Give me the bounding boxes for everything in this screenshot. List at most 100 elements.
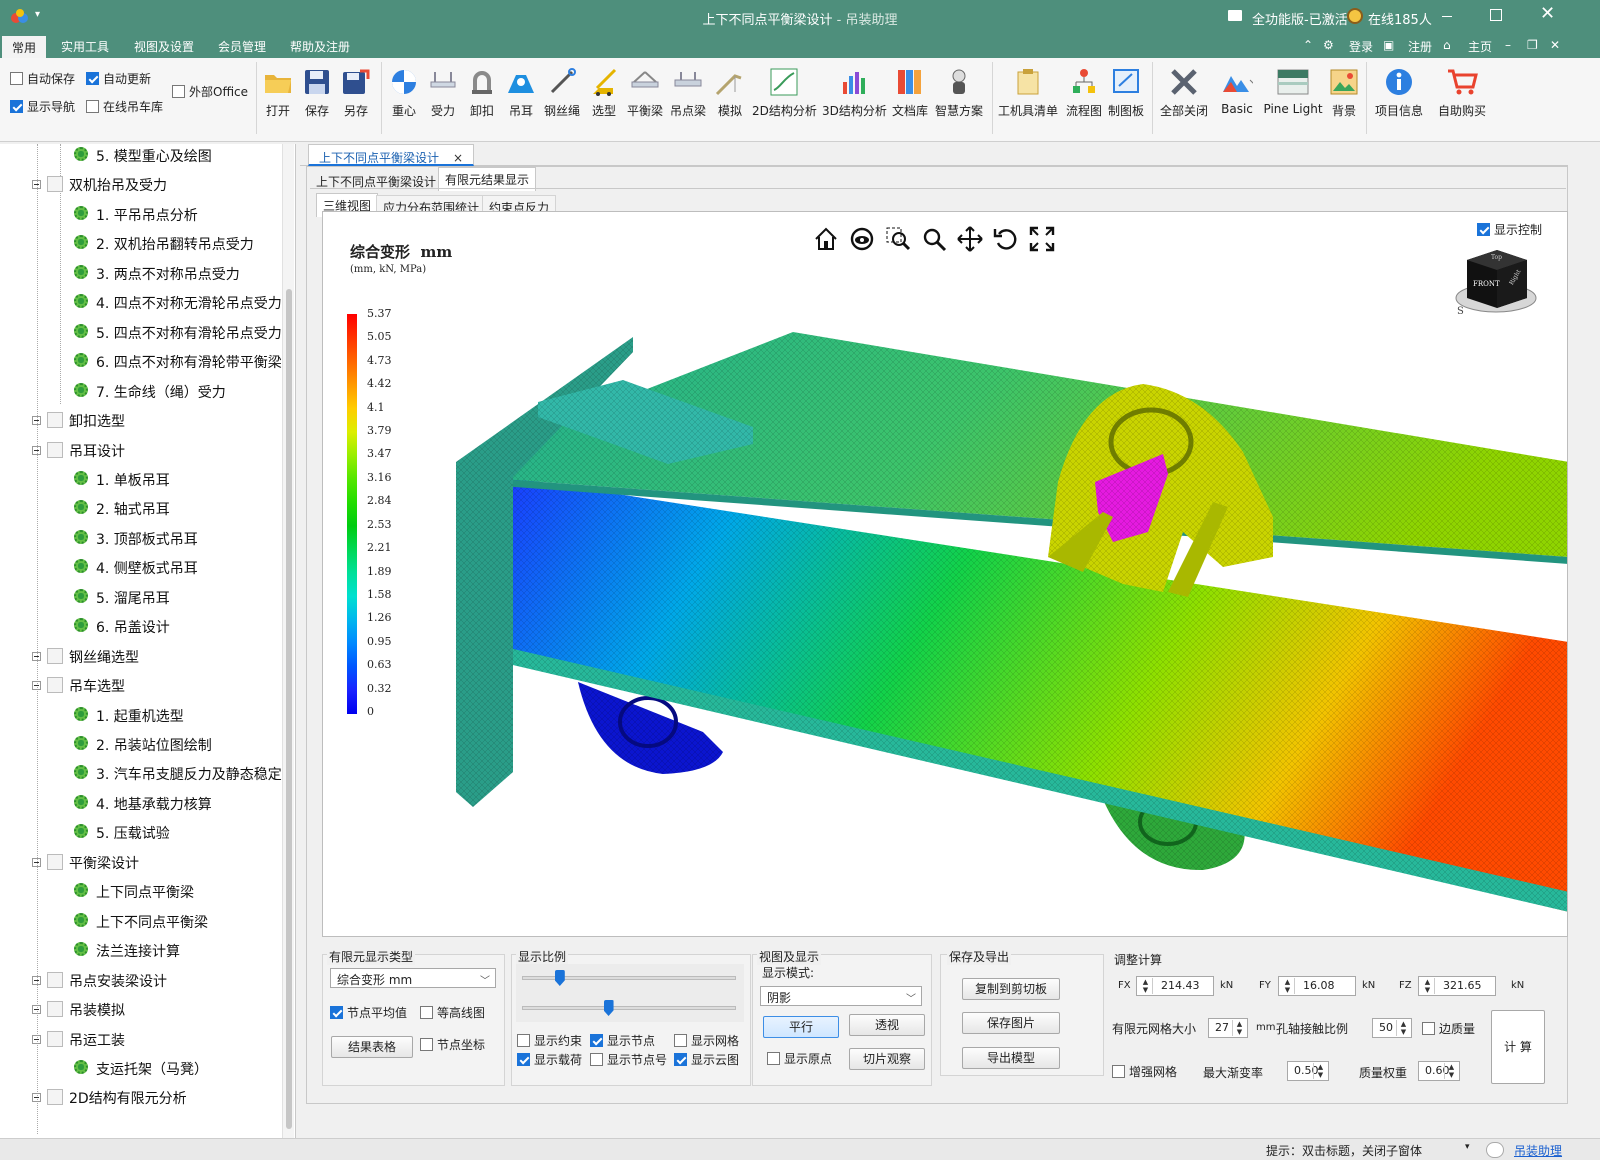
smart-plan-button[interactable]: 智慧方案 (935, 66, 983, 119)
background-button[interactable]: 背景 (1322, 66, 1366, 119)
external-office-checkbox[interactable]: 外部Office (172, 83, 248, 100)
tree-leaf-node[interactable]: 上下同点平衡梁 (74, 882, 194, 902)
mdi-close-button[interactable]: ✕ (1550, 38, 1560, 52)
show-node-number-checkbox[interactable]: 显示节点号 (590, 1051, 667, 1068)
edge-mass-box[interactable] (1422, 1022, 1435, 1035)
tree-leaf-node[interactable]: 5. 溜尾吊耳 (74, 588, 170, 608)
tree-expander-icon[interactable] (32, 445, 41, 455)
view-cube-top[interactable]: Top (1491, 254, 1502, 261)
crane-lib-checkbox[interactable]: 在线吊车库 (86, 98, 163, 115)
project-info-button[interactable]: 项目信息 (1375, 66, 1423, 119)
tree-group-node[interactable]: 吊运工装 (32, 1030, 125, 1050)
show-cloud-checkbox[interactable]: 显示云图 (674, 1051, 739, 1068)
contact-ratio-spinner[interactable]: ▲ ▼ (1396, 1020, 1410, 1036)
autosave-checkbox[interactable]: 自动保存 (10, 70, 75, 87)
fe-type-select[interactable]: 综合变形 mm ﹀ (330, 968, 496, 988)
subtab-design[interactable]: 上下不同点平衡梁设计 (310, 170, 442, 193)
online-users[interactable]: 在线185人 (1368, 9, 1432, 28)
menu-tab-membership[interactable]: 会员管理 (218, 38, 266, 55)
tree-leaf-node[interactable]: 1. 单板吊耳 (74, 470, 170, 490)
tree-group-node[interactable]: 卸扣选型 (32, 411, 125, 431)
tree-scrollbar[interactable] (282, 144, 294, 1138)
tree-leaf-node[interactable]: 2. 轴式吊耳 (74, 499, 170, 519)
restore-button[interactable] (1490, 9, 1502, 21)
mass-weight-spinner[interactable]: ▲ ▼ (1444, 1063, 1458, 1079)
menu-tab-home[interactable]: 常用 (2, 36, 47, 58)
menu-tab-tools[interactable]: 实用工具 (61, 38, 109, 55)
external-office-box[interactable] (172, 85, 185, 98)
edge-mass-checkbox[interactable]: 边质量 (1422, 1020, 1475, 1037)
tree-leaf-node[interactable]: 5. 压载试验 (74, 823, 170, 843)
tree-group-node[interactable]: 钢丝绳选型 (32, 647, 139, 667)
scale-slider-1[interactable] (522, 970, 736, 986)
document-tab[interactable]: 上下不同点平衡梁设计 × (308, 144, 475, 166)
export-model-button[interactable]: 导出模型 (962, 1047, 1060, 1069)
mdi-restore-button[interactable]: ❐ (1527, 38, 1538, 52)
fz-spinner[interactable]: ▲ ▼ (1421, 978, 1435, 994)
tree-leaf-node[interactable]: 2. 吊装站位图绘制 (74, 735, 212, 755)
tree-leaf-node[interactable]: 1. 起重机选型 (74, 706, 184, 726)
slice-view-button[interactable]: 切片观察 (849, 1048, 925, 1070)
zoom-icon[interactable] (921, 226, 947, 252)
node-average-box[interactable] (330, 1006, 343, 1019)
contour-checkbox[interactable]: 等高线图 (420, 1004, 485, 1021)
max-gradient-spinner[interactable]: ▲ ▼ (1313, 1063, 1327, 1079)
show-cloud-box[interactable] (674, 1053, 687, 1066)
tree-leaf-node[interactable]: 4. 地基承载力核算 (74, 794, 212, 814)
login-link[interactable]: 登录 (1349, 38, 1373, 55)
toggle-switch[interactable] (1486, 1142, 1504, 1158)
parallel-button[interactable]: 平行 (763, 1016, 839, 1038)
max-gradient-input[interactable]: 0.50 ▲ ▼ (1287, 1061, 1329, 1081)
tree-leaf-node[interactable]: 4. 四点不对称无滑轮吊点受力 (74, 293, 282, 313)
fx-spinner[interactable]: ▲ ▼ (1139, 978, 1153, 994)
tree-group-node[interactable]: 吊耳设计 (32, 441, 125, 461)
tree-expander-icon[interactable] (32, 975, 41, 985)
fy-input[interactable]: ▲ ▼ 16.08 (1278, 976, 1356, 996)
drawing-board-button[interactable]: 制图板 (1104, 66, 1148, 119)
mesh-size-input[interactable]: 27 ▲ ▼ (1208, 1018, 1248, 1038)
fe-model-render[interactable] (323, 212, 1568, 937)
fy-spinner[interactable]: ▲ ▼ (1281, 978, 1295, 994)
home-link[interactable]: 主页 (1468, 38, 1492, 55)
tree-expander-icon[interactable] (32, 180, 41, 190)
tree-group-node[interactable]: 2D结构有限元分析 (32, 1088, 187, 1108)
tree-leaf-node[interactable]: 3. 两点不对称吊点受力 (74, 264, 240, 284)
node-coord-checkbox[interactable]: 节点坐标 (420, 1036, 485, 1053)
tree-group-node[interactable]: 吊装模拟 (32, 1000, 125, 1020)
tree-expander-icon[interactable] (32, 651, 41, 661)
tree-leaf-node[interactable]: 法兰连接计算 (74, 941, 180, 961)
show-control-checkbox[interactable]: 显示控制 (1477, 221, 1542, 238)
show-mesh-checkbox[interactable]: 显示网格 (674, 1032, 739, 1049)
tree-expander-icon[interactable] (32, 416, 41, 426)
tree-leaf-node[interactable]: 5. 四点不对称有滑轮吊点受力 (74, 323, 282, 343)
tree-scrollbar-thumb[interactable] (286, 289, 292, 1129)
tree-leaf-node[interactable]: 4. 侧壁板式吊耳 (74, 558, 198, 578)
tree-expander-icon[interactable] (32, 1005, 41, 1015)
collapse-ribbon-icon[interactable]: ⌃ (1303, 38, 1313, 52)
close-button[interactable]: ✕ (1540, 3, 1555, 24)
purchase-button[interactable]: 自助购买 (1438, 66, 1486, 119)
tab-close-icon[interactable]: × (453, 151, 463, 165)
tree-group-node[interactable]: 吊点安装梁设计 (32, 971, 167, 991)
show-node-number-box[interactable] (590, 1053, 603, 1066)
copy-clipboard-button[interactable]: 复制到剪切板 (962, 978, 1060, 1000)
view-cube[interactable]: FRONT Top Right S (1453, 246, 1543, 326)
contour-box[interactable] (420, 1006, 433, 1019)
autoupdate-checkbox[interactable]: 自动更新 (86, 70, 151, 87)
tree-leaf-node[interactable]: 7. 生命线（绳）受力 (74, 382, 226, 402)
perspective-button[interactable]: 透视 (849, 1014, 925, 1036)
show-nav-checkbox[interactable]: 显示导航 (10, 98, 75, 115)
tree-group-node[interactable]: 吊车选型 (32, 676, 125, 696)
show-node-box[interactable] (590, 1034, 603, 1047)
tree-leaf-node[interactable]: 上下不同点平衡梁 (74, 912, 208, 932)
zoom-window-icon[interactable] (885, 226, 911, 252)
look-at-icon[interactable] (849, 226, 875, 252)
tool-list-button[interactable]: 工机具清单 (998, 66, 1058, 119)
autoupdate-box[interactable] (86, 72, 99, 85)
show-nav-box[interactable] (10, 100, 23, 113)
show-node-checkbox[interactable]: 显示节点 (590, 1032, 655, 1049)
tree-leaf-node[interactable]: 6. 吊盖设计 (74, 617, 170, 637)
node-average-checkbox[interactable]: 节点平均值 (330, 1004, 407, 1021)
minimize-button[interactable] (1440, 8, 1454, 22)
close-all-button[interactable]: 全部关闭 (1160, 66, 1208, 119)
